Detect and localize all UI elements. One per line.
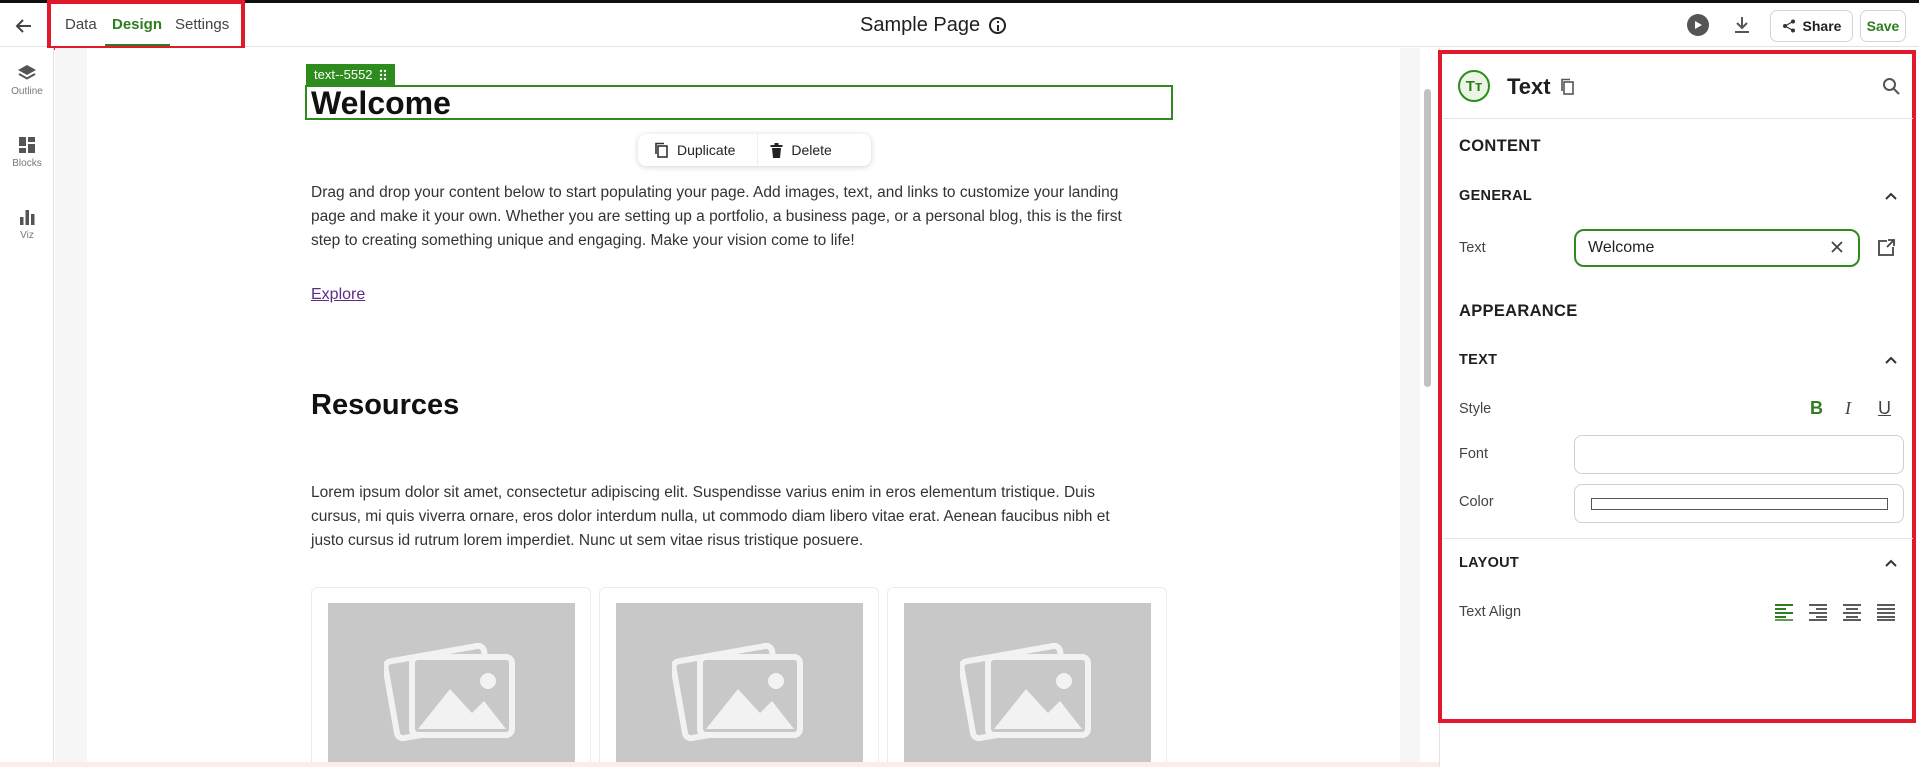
open-external-icon[interactable]: [1876, 238, 1896, 258]
color-label: Color: [1459, 494, 1494, 510]
image-placeholder-icon: [959, 642, 1091, 742]
text-content-input[interactable]: Welcome: [1574, 229, 1860, 267]
welcome-heading[interactable]: Welcome: [311, 85, 451, 122]
left-rail: Outline Blocks Viz: [0, 48, 54, 767]
resources-heading[interactable]: Resources: [311, 389, 459, 422]
appearance-section-heading: APPEARANCE: [1459, 302, 1578, 320]
arrow-left-icon: [15, 19, 31, 33]
top-bar: Data Design Settings Sample Page Share S…: [0, 3, 1919, 47]
drag-handle-icon[interactable]: [379, 69, 387, 81]
font-label: Font: [1459, 446, 1489, 462]
rail-item-outline[interactable]: Outline: [0, 64, 54, 97]
chevron-up-icon[interactable]: [1884, 556, 1898, 570]
blocks-icon: [19, 137, 35, 153]
resources-line-3: justo cursus id rutrum lorem imperdiet. …: [311, 532, 864, 549]
resource-card[interactable]: [311, 587, 591, 767]
panel-divider: [1443, 118, 1913, 119]
share-button[interactable]: Share: [1770, 10, 1853, 42]
rail-item-blocks[interactable]: Blocks: [0, 136, 54, 169]
delete-label: Delete: [791, 142, 832, 158]
page-title-group: Sample Page: [860, 14, 1007, 37]
download-icon: [1735, 17, 1749, 33]
delete-button[interactable]: Delete: [758, 134, 843, 166]
general-subsection-heading: GENERAL: [1459, 188, 1532, 204]
align-center-icon[interactable]: [1842, 603, 1862, 621]
align-right-icon[interactable]: [1808, 603, 1828, 621]
bold-button[interactable]: B: [1810, 398, 1823, 419]
search-icon: [1883, 78, 1900, 95]
align-left-icon[interactable]: [1774, 603, 1794, 621]
panel-title: Text: [1507, 74, 1551, 99]
clear-icon[interactable]: [1830, 240, 1844, 254]
share-label: Share: [1802, 18, 1842, 34]
rail-label-blocks: Blocks: [12, 158, 42, 169]
copy-icon: [655, 142, 668, 158]
image-placeholder-icon: [671, 642, 803, 742]
rail-item-viz[interactable]: Viz: [0, 208, 54, 241]
element-toolbar: Duplicate Delete: [638, 134, 871, 166]
intro-paragraph[interactable]: Drag and drop your content below to star…: [311, 181, 1171, 253]
rail-label-outline: Outline: [11, 86, 43, 97]
rail-label-viz: Viz: [20, 230, 34, 241]
image-placeholder-icon: [383, 642, 515, 742]
intro-line-1: Drag and drop your content below to star…: [311, 184, 1119, 201]
resources-line-1: Lorem ipsum dolor sit amet, consectetur …: [311, 484, 1095, 501]
card-image: [616, 603, 863, 767]
copy-icon: [1561, 78, 1574, 95]
highlight-tabs-box: [47, 0, 245, 50]
chevron-up-icon[interactable]: [1884, 353, 1898, 367]
explore-link[interactable]: Explore: [311, 286, 365, 304]
chevron-up-icon[interactable]: [1884, 189, 1898, 203]
text-field-label: Text: [1459, 240, 1486, 256]
info-icon[interactable]: [989, 17, 1007, 34]
duplicate-label: Duplicate: [677, 142, 736, 158]
panel-divider: [1443, 538, 1913, 539]
panel-search-button[interactable]: [1882, 77, 1901, 101]
play-icon: [1695, 21, 1702, 29]
resource-card[interactable]: [599, 587, 879, 767]
duplicate-button[interactable]: Duplicate: [638, 134, 759, 166]
color-picker[interactable]: [1574, 484, 1904, 523]
text-element-icon: Tт: [1458, 70, 1490, 102]
bar-chart-icon: [20, 210, 35, 225]
align-justify-icon[interactable]: [1876, 603, 1896, 621]
layers-icon: [18, 65, 36, 80]
style-label: Style: [1459, 401, 1492, 417]
underline-button[interactable]: U: [1878, 398, 1891, 419]
layout-subsection-heading: LAYOUT: [1459, 555, 1520, 571]
preview-button[interactable]: [1687, 14, 1709, 36]
card-image: [328, 603, 575, 767]
trash-icon: [770, 142, 783, 158]
text-content-value: Welcome: [1588, 239, 1655, 256]
font-select[interactable]: [1574, 435, 1904, 474]
back-button[interactable]: [12, 14, 36, 38]
color-swatch: [1591, 498, 1888, 510]
page-title: Sample Page: [860, 14, 981, 36]
card-image: [904, 603, 1151, 767]
selection-tag[interactable]: text--5552: [306, 64, 395, 85]
resources-line-2: cursus, mi quis viverra ornare, eros dol…: [311, 508, 1110, 525]
resources-paragraph[interactable]: Lorem ipsum dolor sit amet, consectetur …: [311, 481, 1171, 553]
selection-tag-label: text--5552: [314, 67, 373, 82]
download-button[interactable]: [1731, 14, 1753, 36]
share-icon: [1782, 19, 1795, 33]
resource-card[interactable]: [887, 587, 1167, 767]
save-button[interactable]: Save: [1860, 10, 1906, 42]
italic-button[interactable]: I: [1845, 398, 1851, 419]
intro-line-3: step to creating something unique and en…: [311, 232, 855, 249]
text-subsection-heading: TEXT: [1459, 352, 1498, 368]
canvas-scrollbar-thumb[interactable]: [1424, 89, 1431, 387]
content-section-heading: CONTENT: [1459, 137, 1541, 155]
intro-line-2: page and make it your own. Whether you a…: [311, 208, 1122, 225]
text-align-label: Text Align: [1459, 604, 1522, 620]
copy-element-button[interactable]: [1560, 78, 1575, 100]
